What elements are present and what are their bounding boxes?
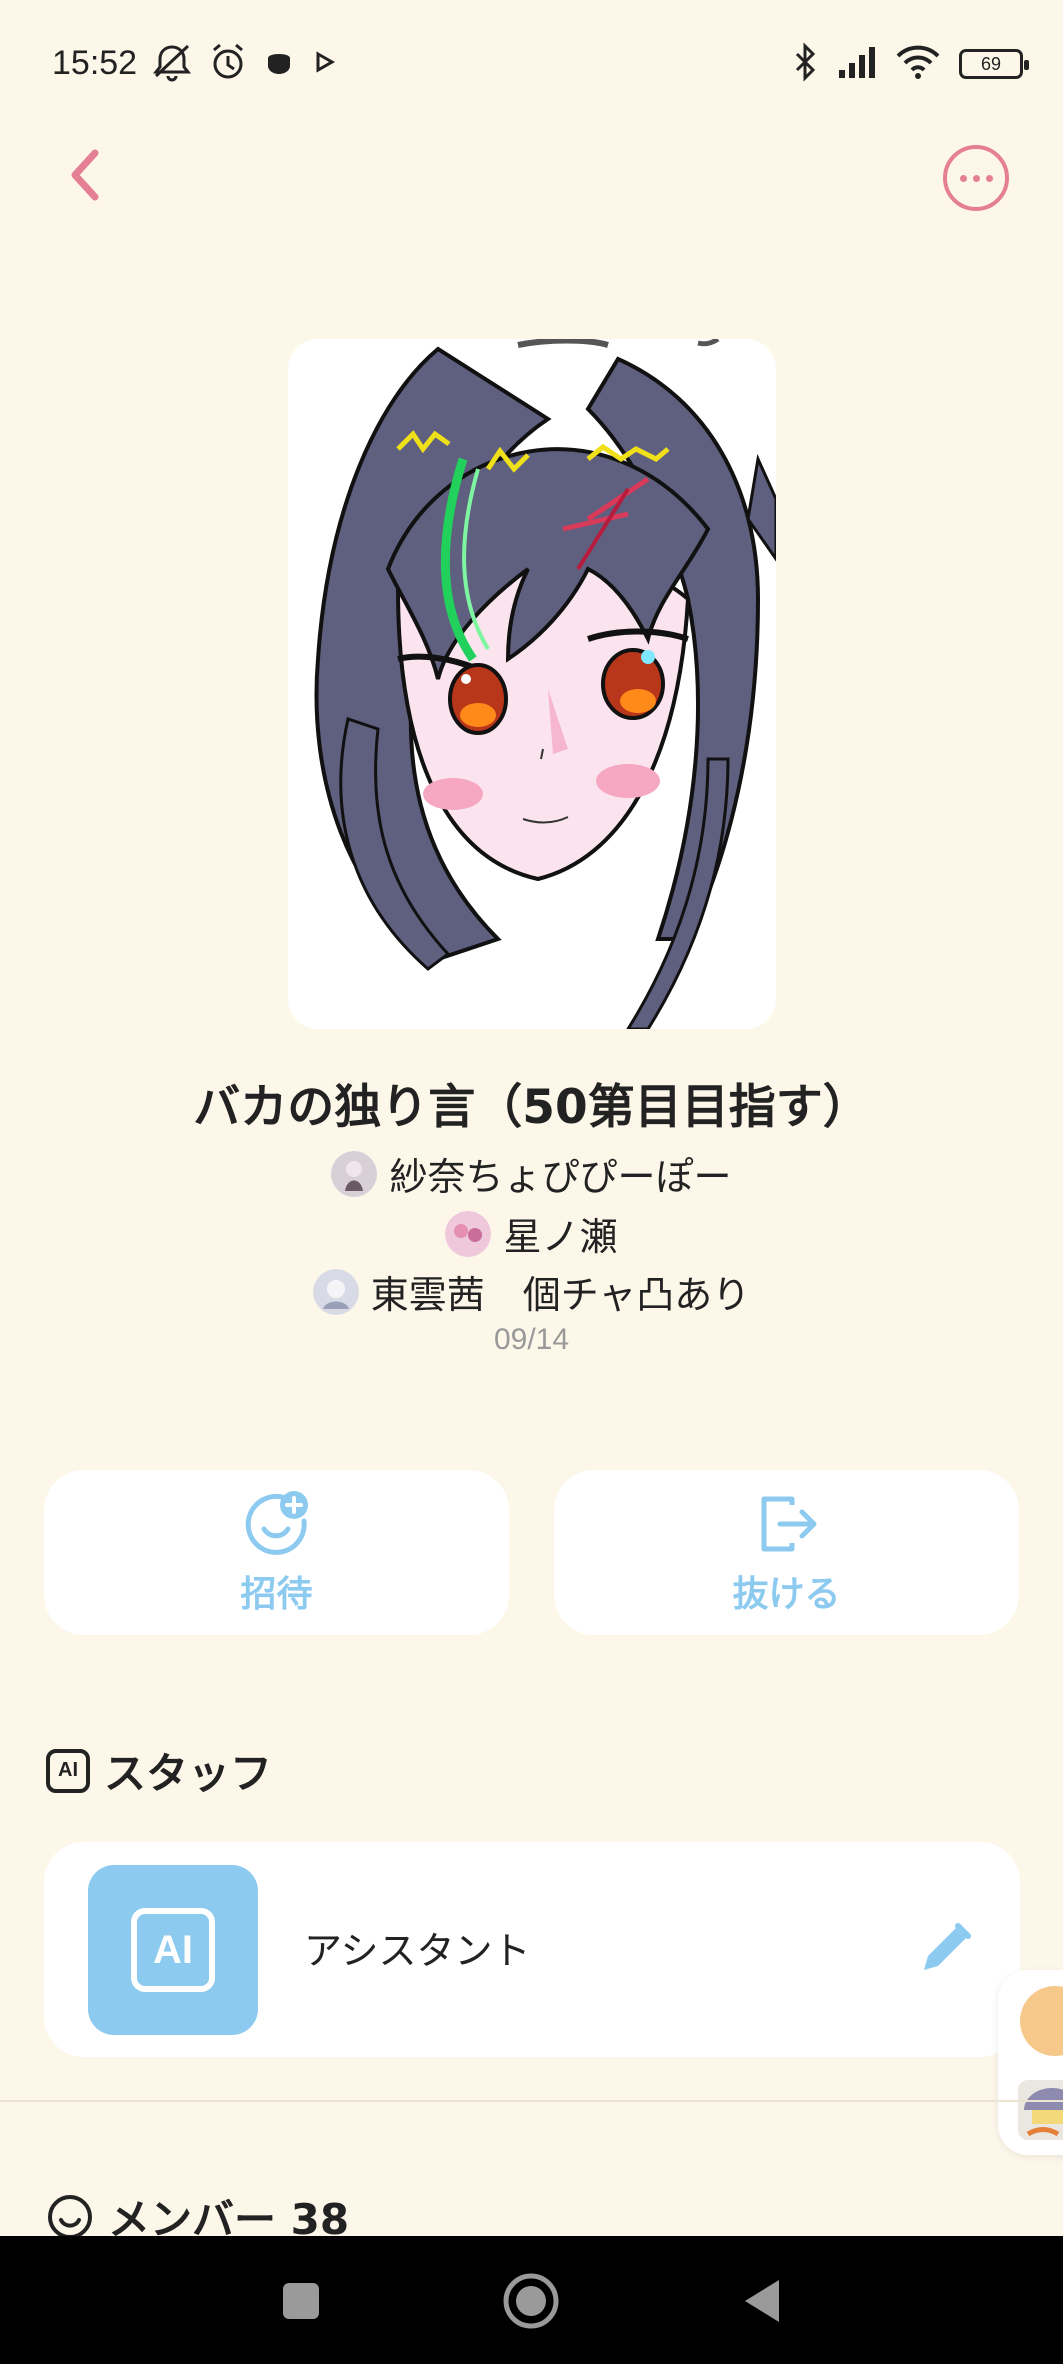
recents-square-icon [283, 2283, 319, 2319]
assistant-avatar: AI [88, 1865, 258, 2035]
exit-icon [761, 1496, 816, 1551]
back-nav-button[interactable] [726, 2266, 796, 2336]
host-name: 星ノ瀬 [503, 1215, 618, 1259]
home-circle-icon [503, 2273, 559, 2329]
ai-icon: AI [131, 1908, 215, 1992]
host-name: 東雲茜 個チャ凸あり [370, 1273, 751, 1317]
invite-button[interactable]: 招待 [44, 1470, 509, 1635]
staff-section-title: スタッフ [104, 1749, 273, 1798]
widget-thumbnail [1018, 2080, 1063, 2140]
edit-assistant-button[interactable] [914, 1920, 974, 1980]
smile-icon [48, 2194, 92, 2239]
invite-label: 招待 [240, 1573, 313, 1615]
bluetooth-icon [791, 42, 819, 86]
notification-icons [150, 42, 340, 86]
chevron-left-icon [71, 149, 99, 201]
back-triangle-icon [745, 2280, 779, 2322]
room-cover-image [288, 339, 776, 1029]
ai-icon: AI [46, 1748, 90, 1793]
battery-icon: 69 [959, 49, 1029, 79]
leave-button[interactable]: 抜ける [554, 1470, 1019, 1635]
coin-icon [1020, 1986, 1063, 2056]
room-title: バカの独り言（50第目目指す） [193, 1080, 870, 1135]
host-avatar [312, 1268, 359, 1315]
more-dot [972, 174, 980, 182]
more-options-button[interactable] [943, 145, 1009, 211]
home-button[interactable] [496, 2266, 566, 2336]
staff-section-header: AI スタッフ [46, 1740, 272, 1801]
room-detail-screen: 15:52 69 バカの独り言（50第目目指す） 紗奈ちょぴぴーぽー 星ノ瀬 東… [0, 0, 1063, 2364]
host-avatar [445, 1210, 492, 1257]
wifi-icon [895, 44, 941, 84]
back-button[interactable] [50, 140, 120, 210]
more-dot [985, 174, 993, 182]
status-bar: 15:52 69 [0, 0, 1063, 130]
host-name: 紗奈ちょぴぴーぽー [389, 1155, 732, 1199]
host-avatar [331, 1150, 378, 1197]
host-row[interactable]: 星ノ瀬 [0, 1206, 1063, 1261]
signal-icon [837, 44, 877, 84]
host-row[interactable]: 紗奈ちょぴぴーぽー [0, 1146, 1063, 1201]
host-row[interactable]: 東雲茜 個チャ凸あり [0, 1264, 1063, 1319]
more-dot [959, 174, 967, 182]
add-friend-icon [245, 1490, 308, 1555]
staff-assistant-card[interactable]: AI アシスタント [44, 1842, 1020, 2057]
mute-icon [150, 42, 194, 86]
recents-button[interactable] [266, 2266, 336, 2336]
play-store-icon [312, 42, 340, 86]
pencil-icon [924, 1923, 971, 1970]
room-date: 09/14 [493, 1323, 570, 1356]
floating-widget[interactable] [998, 1970, 1063, 2155]
status-time: 15:52 [52, 44, 138, 82]
leave-label: 抜ける [732, 1573, 841, 1615]
section-divider [0, 2100, 1063, 2102]
alarm-icon [208, 42, 248, 86]
assistant-name: アシスタント [304, 1929, 531, 1973]
system-navigation-bar [0, 2236, 1063, 2364]
system-icons: 69 [791, 42, 1029, 86]
cup-icon [262, 42, 298, 86]
